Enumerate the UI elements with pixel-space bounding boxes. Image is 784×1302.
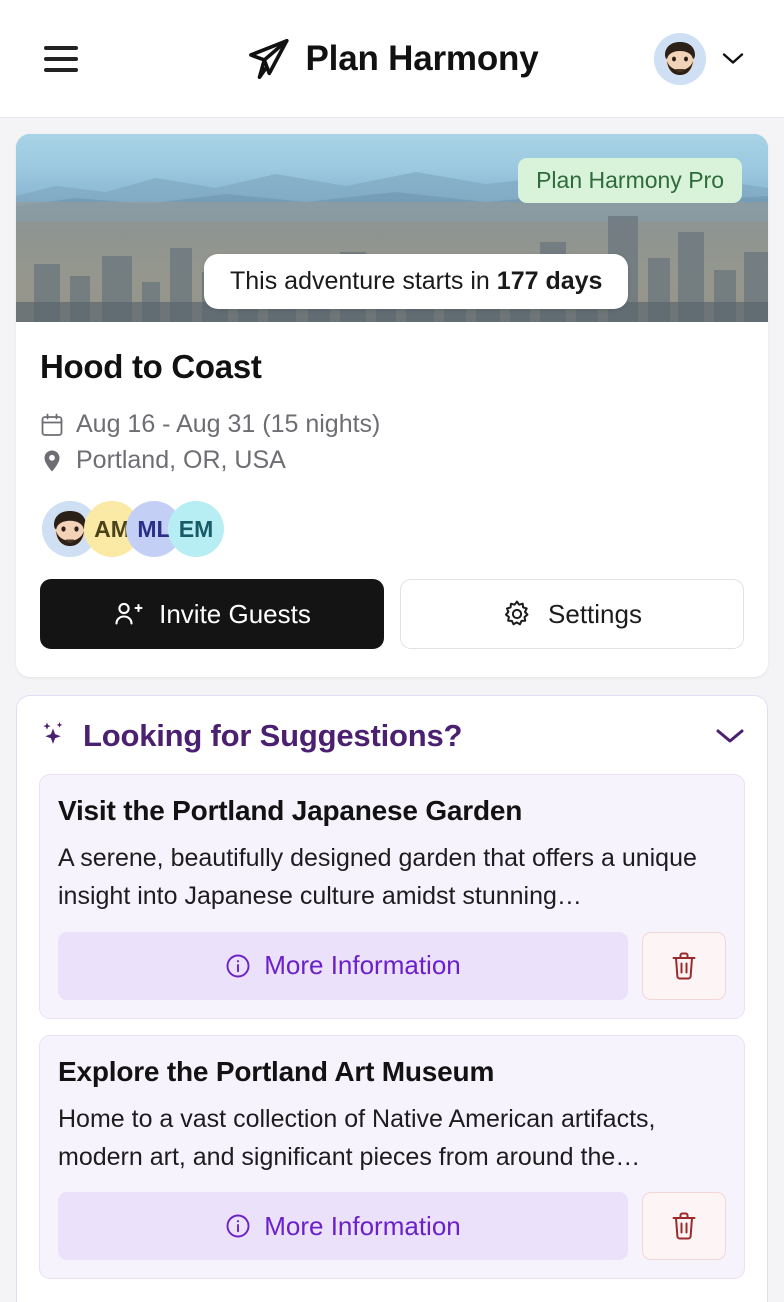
more-information-button[interactable]: More Information [58,931,628,1000]
trip-card: Plan Harmony Pro This adventure starts i… [16,134,768,677]
paper-plane-icon [249,38,289,79]
chevron-down-icon[interactable] [722,52,744,65]
countdown-pill: This adventure starts in 177 days [204,254,629,309]
info-circle-icon [226,954,250,977]
user-avatar-bearded-man [654,32,706,85]
app-header: Plan Harmony [0,0,784,118]
suggestion-actions: More Information [58,1192,726,1260]
suggestion-card: Explore the Portland Art Museum Home to … [39,1034,745,1279]
countdown-prefix: This adventure starts in [230,267,497,295]
delete-suggestion-button[interactable] [642,1192,726,1260]
trash-icon [672,1212,696,1240]
more-information-button[interactable]: More Information [58,1192,628,1260]
suggestions-panel: Looking for Suggestions? Visit the Portl… [16,695,768,1302]
suggestion-title: Explore the Portland Art Museum [58,1055,495,1087]
avatar[interactable]: EM [168,501,224,557]
suggestion-description: A serene, beautifully designed garden th… [58,844,697,911]
suggestions-header[interactable]: Looking for Suggestions? [39,718,745,754]
header-actions [654,32,744,85]
pro-badge: Plan Harmony Pro [518,158,742,203]
page-title: Plan Harmony [305,38,539,78]
gear-icon [505,600,529,626]
trip-location-text: Portland, OR, USA [76,446,286,474]
more-information-label: More Information [264,950,461,980]
trip-dates-row: Aug 16 - Aug 31 (15 nights) [40,410,744,439]
invite-guests-label: Invite Guests [159,598,311,629]
settings-button[interactable]: Settings [400,579,744,649]
suggestions-title: Looking for Suggestions? [83,718,463,753]
map-pin-icon [44,450,60,471]
more-information-label: More Information [264,1210,461,1241]
info-circle-icon [226,1214,250,1238]
sparkles-icon [43,722,63,744]
trip-location-row: Portland, OR, USA [40,446,744,475]
chevron-down-icon[interactable] [715,727,745,745]
avatar[interactable] [654,32,706,85]
suggestion-actions: More Information [58,931,726,1000]
suggestion-card: Visit the Portland Japanese Garden A ser… [39,774,745,1019]
trip-hero-image: Plan Harmony Pro This adventure starts i… [16,134,768,322]
user-plus-icon [115,602,143,625]
trip-actions: Invite Guests Settings [40,579,744,649]
countdown-value: 177 days [496,267,603,295]
delete-suggestion-button[interactable] [642,931,726,1000]
trash-icon [672,952,696,979]
trip-dates-text: Aug 16 - Aug 31 (15 nights) [76,410,381,438]
settings-label: Settings [548,598,642,629]
hamburger-menu-icon[interactable] [44,45,78,72]
invite-guests-button[interactable]: Invite Guests [40,579,384,649]
suggestion-title: Visit the Portland Japanese Garden [58,795,523,826]
trip-title: Hood to Coast [40,348,262,385]
brand: Plan Harmony [246,36,539,82]
trip-details: Hood to Coast Aug 16 - Aug 31 (15 nights… [16,322,768,677]
content-wrapper: Plan Harmony Pro This adventure starts i… [0,118,784,677]
suggestion-description: Home to a vast collection of Native Amer… [58,1104,656,1171]
calendar-icon [41,413,63,436]
member-avatars: AM ML EM [40,501,744,557]
